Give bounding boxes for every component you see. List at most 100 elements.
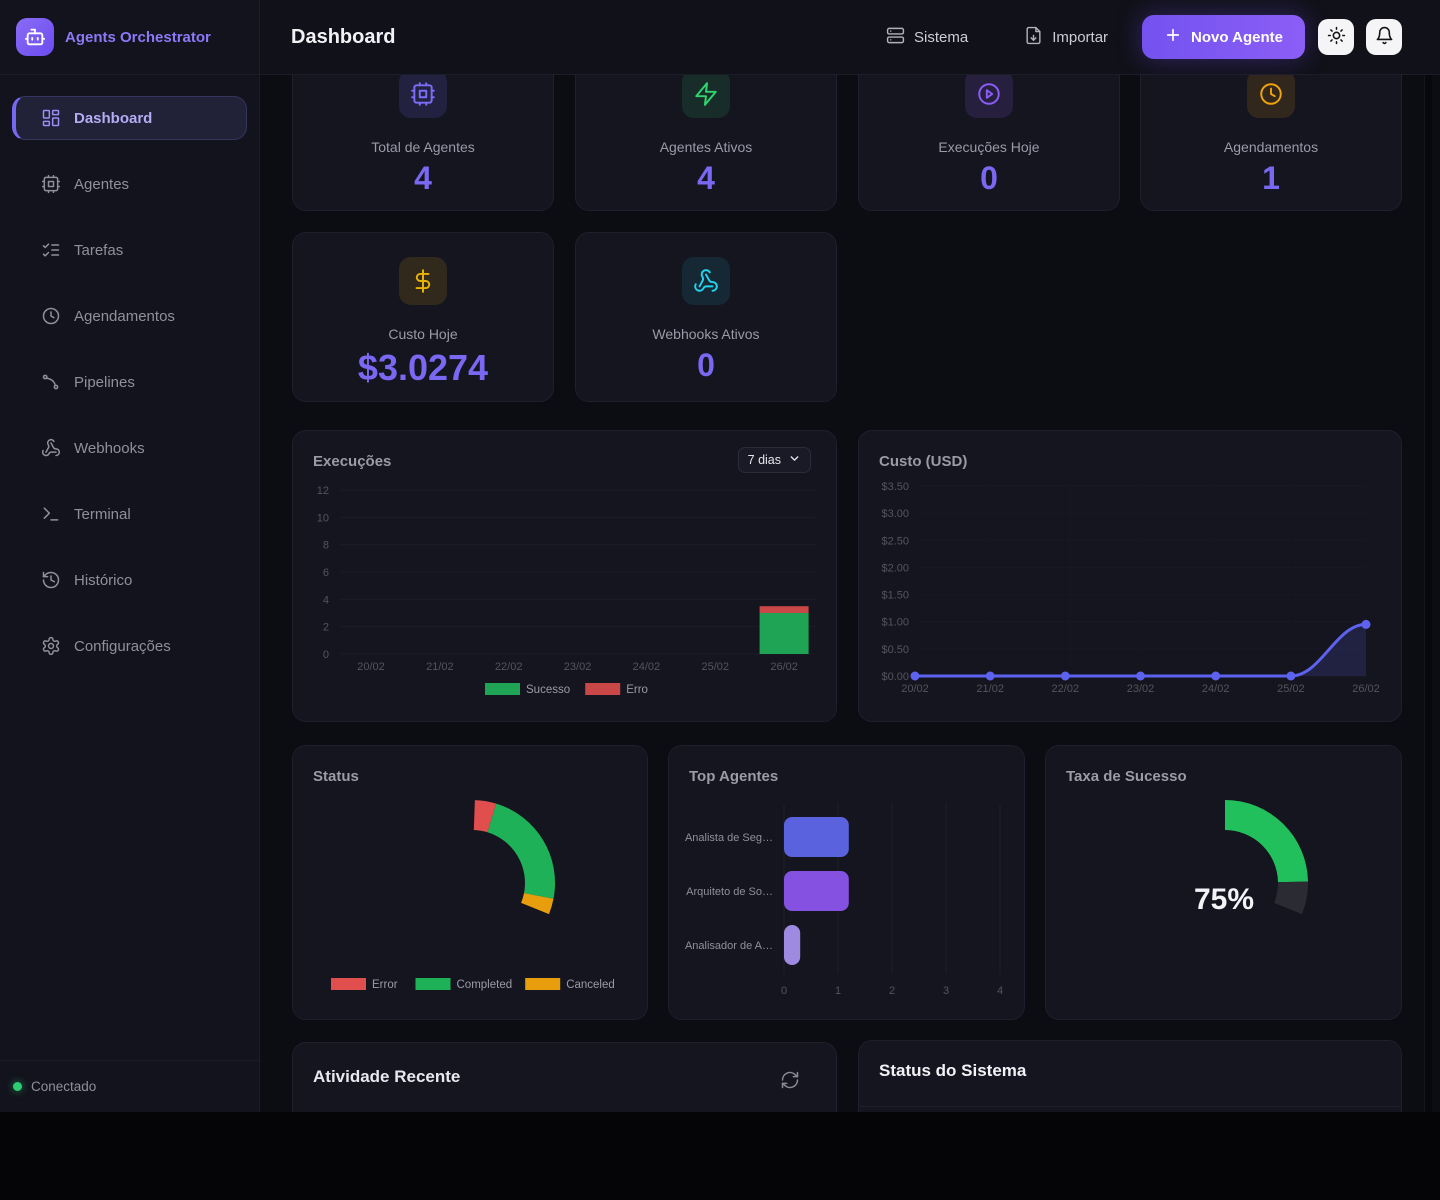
sidebar-item-agendamentos[interactable]: Agendamentos xyxy=(12,294,247,338)
system-status-title: Status do Sistema xyxy=(879,1061,1026,1081)
page-title: Dashboard xyxy=(291,26,886,49)
svg-text:$2.00: $2.00 xyxy=(881,562,909,574)
stat-label: Agentes Ativos xyxy=(660,139,753,155)
cost-chart: $0.00$0.50$1.00$1.50$2.00$2.50$3.00$3.50… xyxy=(859,431,1401,721)
history-icon xyxy=(41,570,61,590)
cpu-icon xyxy=(399,75,447,118)
status-donut-chart: ErrorCompletedCanceled xyxy=(293,746,647,1019)
sidebar-item-terminal[interactable]: Terminal xyxy=(12,492,247,536)
stat-card-custo-hoje: Custo Hoje $3.0274 xyxy=(292,232,554,402)
sidebar-item-historico[interactable]: Histórico xyxy=(12,558,247,602)
brand: Agents Orchestrator xyxy=(0,0,259,75)
sidebar-item-webhooks[interactable]: Webhooks xyxy=(12,426,247,470)
svg-text:Erro: Erro xyxy=(626,684,648,696)
clock-icon xyxy=(1247,75,1295,118)
sidebar-nav: Dashboard Agentes Tarefas Agendamentos P… xyxy=(0,96,259,690)
stat-label: Execuções Hoje xyxy=(938,139,1039,155)
svg-text:Arquiteto de So…: Arquiteto de So… xyxy=(686,886,773,898)
sidebar-item-label: Dashboard xyxy=(74,110,152,127)
sidebar-item-agentes[interactable]: Agentes xyxy=(12,162,247,206)
sidebar-item-pipelines[interactable]: Pipelines xyxy=(12,360,247,404)
sidebar-item-label: Histórico xyxy=(74,572,132,589)
new-agent-label: Novo Agente xyxy=(1191,29,1283,46)
main-content: Total de Agentes 4 Agentes Ativos 4 Exec… xyxy=(260,75,1432,1112)
stat-card-agendamentos: Agendamentos 1 xyxy=(1140,75,1402,211)
sidebar-item-label: Agentes xyxy=(74,176,129,193)
svg-text:21/02: 21/02 xyxy=(426,661,454,673)
sidebar-item-label: Terminal xyxy=(74,506,131,523)
sidebar-item-configuracoes[interactable]: Configurações xyxy=(12,624,247,668)
svg-text:20/02: 20/02 xyxy=(357,661,385,673)
svg-text:Completed: Completed xyxy=(457,979,513,991)
new-agent-button[interactable]: Novo Agente xyxy=(1142,15,1305,59)
executions-chart: 02468101220/0221/0222/0223/0224/0225/022… xyxy=(293,431,836,721)
svg-text:$3.00: $3.00 xyxy=(881,508,909,520)
stat-label: Agendamentos xyxy=(1224,139,1318,155)
top-bar: Dashboard Sistema Importar Novo Agente xyxy=(260,0,1440,75)
plus-icon xyxy=(1164,26,1182,48)
bell-icon xyxy=(1375,26,1394,48)
connection-status-label: Conectado xyxy=(31,1079,96,1094)
terminal-icon xyxy=(41,504,61,524)
import-label: Importar xyxy=(1052,29,1108,46)
svg-text:25/02: 25/02 xyxy=(701,661,729,673)
sidebar-item-tarefas[interactable]: Tarefas xyxy=(12,228,247,272)
svg-text:Analisador de A…: Analisador de A… xyxy=(685,940,773,952)
app-window: Agents Orchestrator Dashboard Agentes Ta… xyxy=(0,0,1440,1112)
play-circle-icon xyxy=(965,75,1013,118)
svg-text:6: 6 xyxy=(323,567,329,579)
stat-value: 4 xyxy=(414,160,432,197)
sidebar-item-label: Webhooks xyxy=(74,440,145,457)
import-button[interactable]: Importar xyxy=(1024,26,1108,49)
server-icon xyxy=(886,26,905,49)
svg-text:24/02: 24/02 xyxy=(633,661,661,673)
svg-text:4: 4 xyxy=(997,985,1003,997)
stat-card-total-agentes: Total de Agentes 4 xyxy=(292,75,554,211)
webhook-icon xyxy=(682,257,730,305)
svg-text:22/02: 22/02 xyxy=(495,661,523,673)
svg-text:2: 2 xyxy=(323,622,329,634)
stat-value: 0 xyxy=(980,160,998,197)
top-agents-chart-card: Top Agentes 01234Analista de Seg…Arquite… xyxy=(668,745,1025,1020)
success-rate-card: Taxa de Sucesso 75% xyxy=(1045,745,1402,1020)
svg-text:$2.50: $2.50 xyxy=(881,535,909,547)
refresh-icon[interactable] xyxy=(780,1070,800,1095)
svg-text:$1.50: $1.50 xyxy=(881,590,909,602)
sidebar-item-dashboard[interactable]: Dashboard xyxy=(12,96,247,140)
app-title: Agents Orchestrator xyxy=(65,29,211,46)
stat-label: Total de Agentes xyxy=(371,139,475,155)
svg-text:10: 10 xyxy=(317,512,329,524)
stat-card-webhooks-ativos: Webhooks Ativos 0 xyxy=(575,232,837,402)
gear-icon xyxy=(41,636,61,656)
theme-toggle-button[interactable] xyxy=(1318,19,1354,55)
svg-text:$0.00: $0.00 xyxy=(881,671,909,683)
list-checks-icon xyxy=(41,240,61,260)
notifications-button[interactable] xyxy=(1366,19,1402,55)
sun-icon xyxy=(1327,26,1346,48)
stat-label: Webhooks Ativos xyxy=(652,326,759,342)
stat-value: 0 xyxy=(697,347,715,384)
svg-text:Sucesso: Sucesso xyxy=(526,684,570,696)
sidebar-item-label: Tarefas xyxy=(74,242,123,259)
pipeline-icon xyxy=(41,372,61,392)
stat-value: 4 xyxy=(697,160,715,197)
stat-card-execucoes-hoje: Execuções Hoje 0 xyxy=(858,75,1120,211)
svg-text:Error: Error xyxy=(372,979,398,991)
svg-text:2: 2 xyxy=(889,985,895,997)
svg-text:$3.50: $3.50 xyxy=(881,481,909,493)
svg-text:23/02: 23/02 xyxy=(1127,683,1155,695)
status-chart-card: Status ErrorCompletedCanceled xyxy=(292,745,648,1020)
dollar-icon xyxy=(399,257,447,305)
svg-text:1: 1 xyxy=(835,985,841,997)
stat-card-agentes-ativos: Agentes Ativos 4 xyxy=(575,75,837,211)
system-button[interactable]: Sistema xyxy=(886,26,968,49)
svg-text:21/02: 21/02 xyxy=(976,683,1004,695)
svg-text:$0.50: $0.50 xyxy=(881,644,909,656)
top-agents-bar-chart: 01234Analista de Seg…Arquiteto de So…Ana… xyxy=(669,746,1024,1019)
robot-logo-icon xyxy=(16,18,54,56)
divider xyxy=(860,1106,1400,1107)
svg-text:24/02: 24/02 xyxy=(1202,683,1230,695)
scrollbar[interactable] xyxy=(1424,75,1432,1112)
svg-text:3: 3 xyxy=(943,985,949,997)
svg-text:20/02: 20/02 xyxy=(901,683,929,695)
